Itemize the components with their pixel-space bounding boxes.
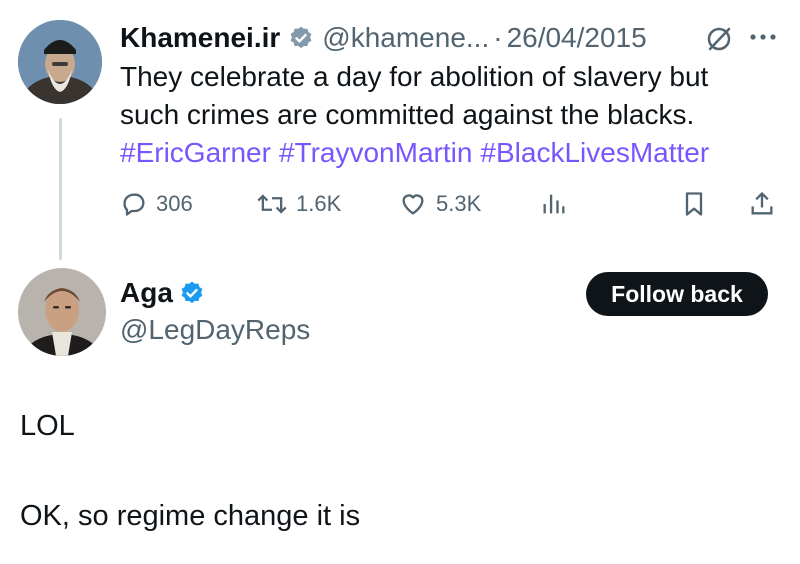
thread-line xyxy=(59,118,62,260)
display-name[interactable]: Aga xyxy=(120,277,173,309)
bookmark-icon xyxy=(685,192,703,216)
like-count: 5.3K xyxy=(436,191,482,216)
reply-count: 306 xyxy=(156,191,193,216)
share-icon xyxy=(751,191,773,215)
retweet-count: 1.6K xyxy=(296,191,342,216)
reply-text-line2: OK, so regime change it is xyxy=(20,500,361,532)
like-action[interactable]: 5.3K xyxy=(398,188,481,220)
display-name[interactable]: Khamenei.ir xyxy=(120,22,280,54)
handle[interactable]: @LegDayReps xyxy=(120,314,310,346)
verified-gray-icon xyxy=(288,25,314,51)
follow-back-button[interactable]: Follow back xyxy=(586,272,768,316)
handle[interactable]: @khamene... xyxy=(322,22,489,54)
like-icon xyxy=(402,194,424,215)
avatar-khamenei[interactable] xyxy=(18,20,102,104)
retweet-icon xyxy=(257,194,287,214)
verified-blue-icon xyxy=(179,280,205,306)
reply-icon xyxy=(123,193,145,216)
views-action[interactable] xyxy=(540,188,576,220)
tweet-date[interactable]: 26/04/2015 xyxy=(507,22,647,54)
avatar-aga[interactable] xyxy=(18,268,106,356)
retweet-action[interactable]: 1.6K xyxy=(256,188,341,220)
hashtags: #EricGarner #TrayvonMartin #BlackLivesMatt… xyxy=(120,134,790,172)
tweet-text-line1: They celebrate a day for abolition of sl… xyxy=(120,61,709,92)
reply-action[interactable]: 306 xyxy=(120,188,193,220)
views-icon xyxy=(543,194,565,214)
reply-text-line1: LOL xyxy=(20,410,75,442)
no-slash-icon xyxy=(704,24,734,59)
tweet-text-line2: such crimes are committed against the bl… xyxy=(120,99,695,130)
hashtag-link[interactable]: #TrayvonMartin xyxy=(279,137,472,168)
more-icon[interactable] xyxy=(748,30,778,49)
share-action[interactable] xyxy=(748,188,784,220)
separator: · xyxy=(493,22,503,53)
bookmark-action[interactable] xyxy=(680,188,716,220)
hashtag-link[interactable]: #BlackLivesMatter xyxy=(480,137,709,168)
hashtag-link[interactable]: #EricGarner xyxy=(120,137,271,168)
